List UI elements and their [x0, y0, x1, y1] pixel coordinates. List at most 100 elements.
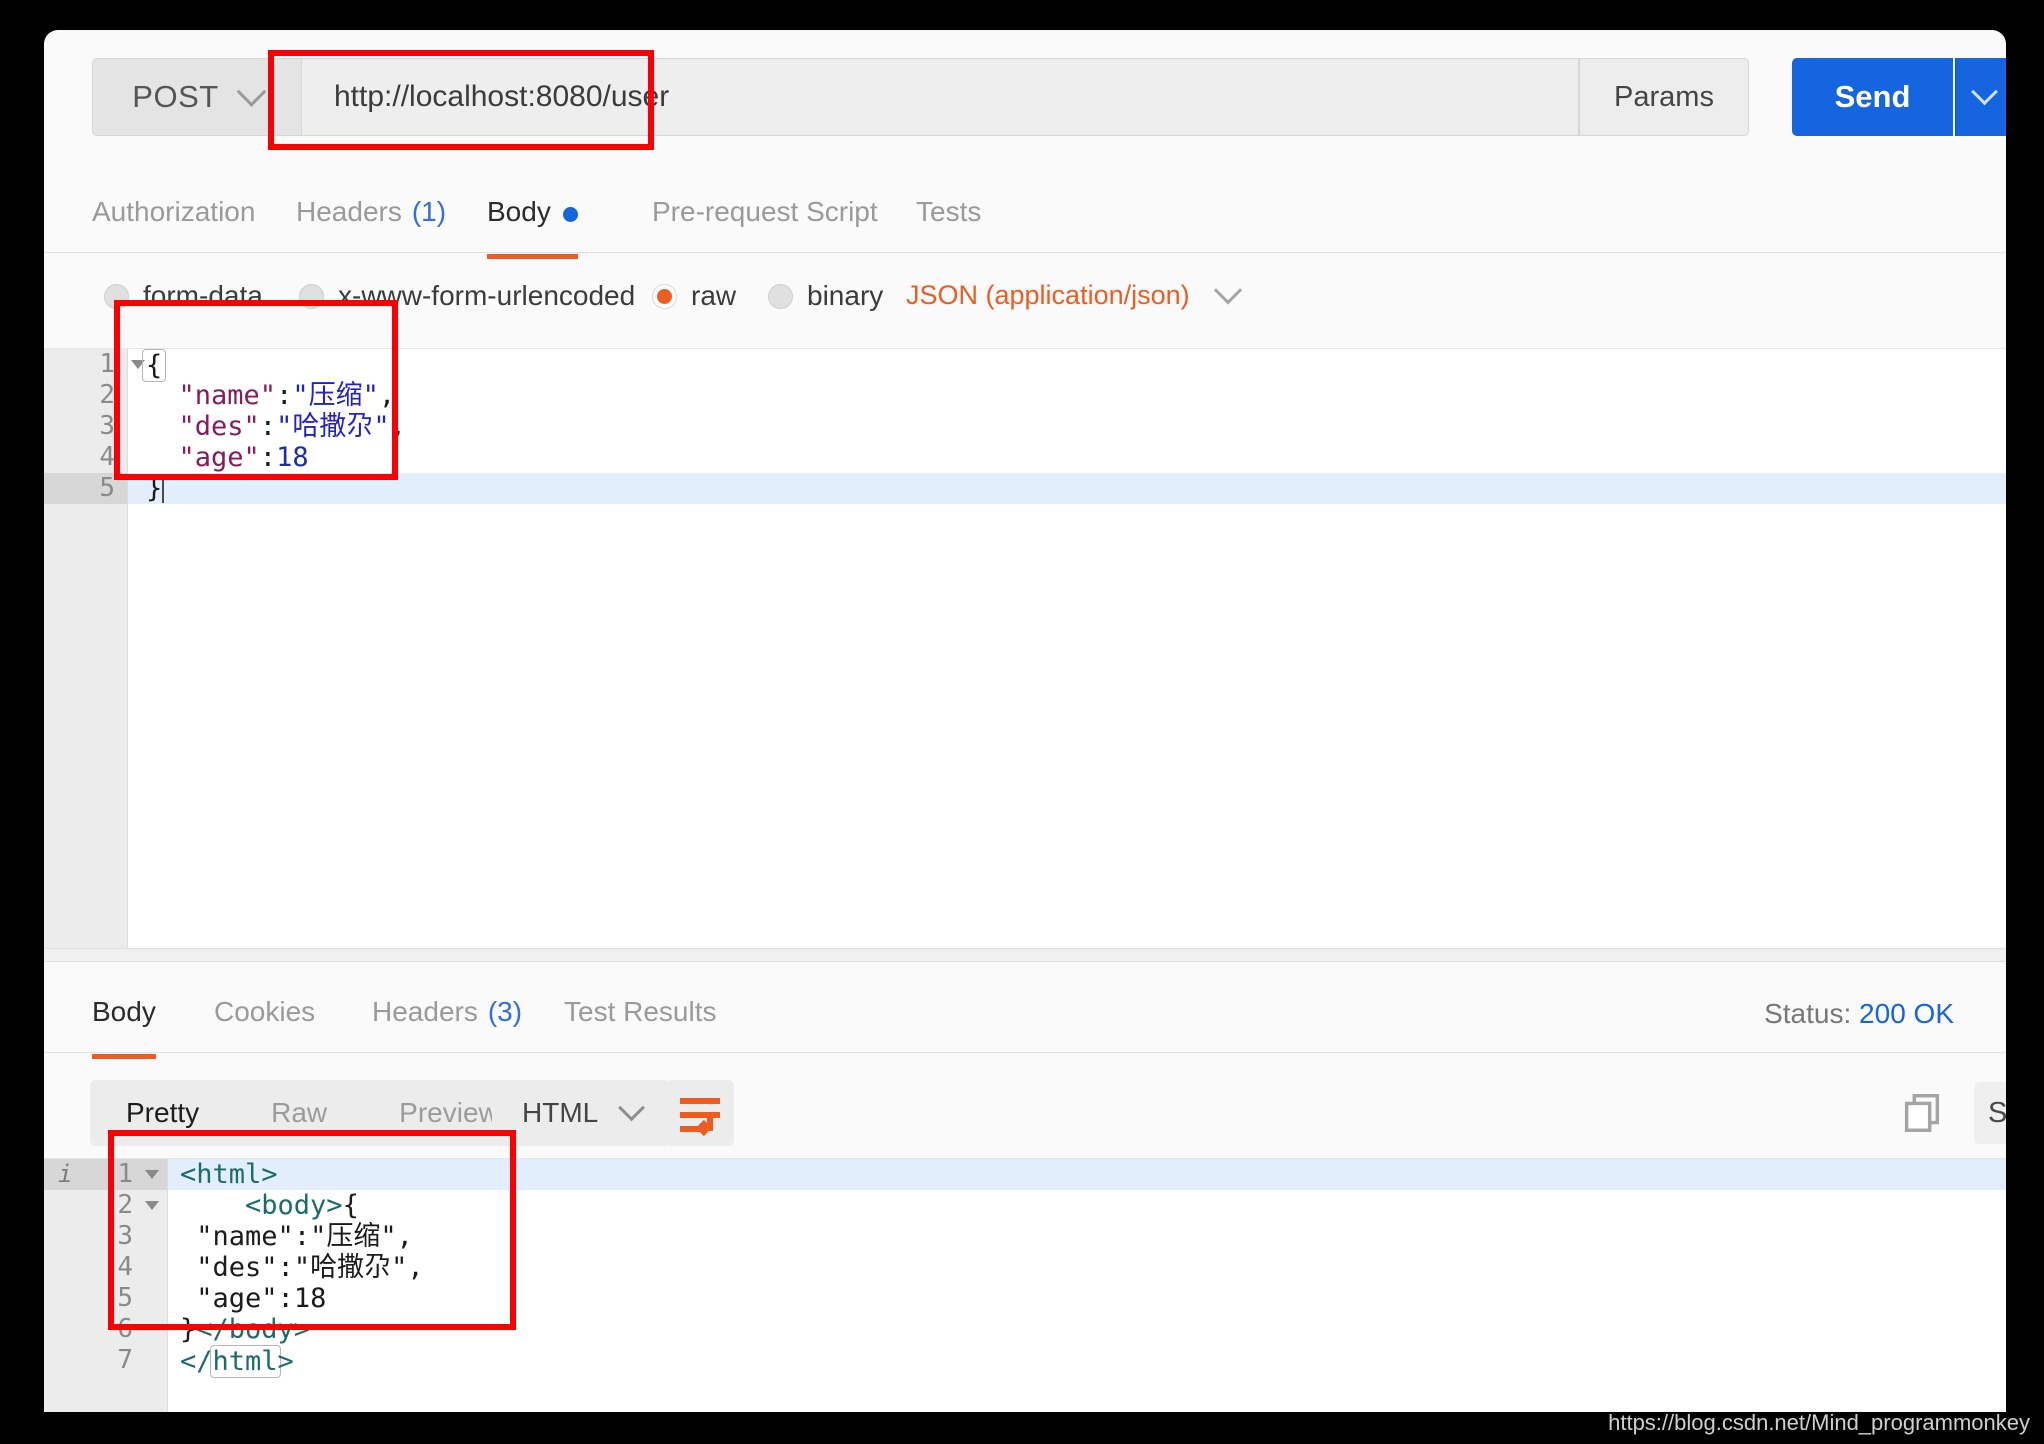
tab-label: Test Results	[564, 996, 717, 1027]
response-tabs: Body Cookies Headers (3) Test Results St…	[44, 990, 2006, 1059]
watermark: https://blog.csdn.net/Mind_programmonkey	[1608, 1410, 2030, 1435]
json-key: "name"	[196, 1221, 294, 1252]
tab-label: Authorization	[92, 196, 256, 227]
response-toolbar: Pretty Raw Preview HTML S	[44, 1080, 2006, 1152]
radio-label: form-data	[143, 280, 263, 311]
json-brace: }	[146, 473, 163, 504]
html-tag-name: html	[209, 1345, 281, 1378]
json-colon: :	[276, 380, 293, 411]
radio-label: raw	[691, 280, 737, 311]
response-separator	[44, 948, 2006, 962]
request-code-area[interactable]: { "name":"压缩", "des":"哈撒尕", "age": 18 }	[128, 349, 2006, 949]
response-format-label: HTML	[522, 1097, 599, 1128]
url-input[interactable]: http://localhost:8080/user	[302, 58, 1579, 136]
code-line: <body>{	[168, 1190, 2006, 1221]
line-number: 5	[44, 1283, 167, 1314]
copy-button[interactable]	[1899, 1090, 1945, 1141]
wrap-lines-icon	[680, 1098, 720, 1137]
response-format-selector[interactable]: HTML	[492, 1080, 672, 1146]
line-number: 5	[44, 473, 127, 504]
line-number-text: 3	[99, 411, 115, 441]
chevron-down-icon	[236, 76, 267, 107]
line-number: i 1	[44, 1159, 167, 1190]
line-number: 6	[44, 1314, 167, 1345]
line-number-text: 2	[99, 380, 115, 410]
save-response-button[interactable]: S	[1974, 1082, 2006, 1144]
tab-tests[interactable]: Tests	[916, 190, 981, 258]
html-tag: </	[180, 1346, 213, 1377]
json-value: 18	[276, 442, 309, 473]
content-type-selector[interactable]: JSON (application/json)	[906, 275, 1242, 311]
url-text: http://localhost:8080/user	[334, 80, 670, 113]
response-tab-cookies[interactable]: Cookies	[214, 990, 315, 1058]
response-code-area: <html> <body>{ "name":"压缩", "des":"哈撒尕",…	[168, 1159, 2006, 1412]
json-colon: :	[293, 1221, 311, 1252]
view-mode-raw[interactable]: Raw	[235, 1097, 363, 1129]
code-line: "des":"哈撒尕",	[128, 411, 2006, 442]
json-key: "age"	[178, 442, 260, 473]
tab-count: (3)	[487, 996, 523, 1027]
line-number-text: 7	[117, 1345, 133, 1375]
code-line: "name":"压缩",	[128, 380, 2006, 411]
active-tab-underline	[92, 1054, 156, 1059]
fold-arrow-icon[interactable]	[145, 1201, 159, 1210]
line-number: 3	[44, 1221, 167, 1252]
copy-icon	[1904, 1094, 1940, 1132]
wrap-lines-button[interactable]	[666, 1080, 734, 1146]
radio-x-www-form-urlencoded[interactable]: x-www-form-urlencoded	[299, 280, 635, 312]
send-options-button[interactable]	[1955, 58, 2006, 136]
line-number-text: 3	[117, 1221, 133, 1251]
tab-pre-request-script[interactable]: Pre-request Script	[652, 190, 878, 258]
send-button[interactable]: Send	[1792, 58, 1953, 136]
line-number: 4	[44, 1252, 167, 1283]
code-line: <html>	[168, 1159, 2006, 1190]
json-comma: ,	[396, 1221, 413, 1252]
info-icon: i	[58, 1160, 73, 1188]
body-type-options: form-data x-www-form-urlencoded raw bina…	[44, 275, 2006, 330]
response-editor-gutter: i 1 2 3 4 5 6 7	[44, 1159, 168, 1412]
json-key: "des"	[178, 411, 260, 442]
response-body-editor[interactable]: i 1 2 3 4 5 6 7 <html> <body>{"name":"压…	[44, 1158, 2006, 1412]
active-tab-underline	[487, 254, 578, 259]
json-comma: ,	[407, 1252, 424, 1283]
response-tab-test-results[interactable]: Test Results	[564, 990, 717, 1058]
tab-body[interactable]: Body	[487, 190, 578, 259]
radio-selected-icon	[652, 283, 677, 309]
params-button[interactable]: Params	[1579, 58, 1749, 136]
line-number-text: 6	[117, 1314, 133, 1344]
radio-icon	[299, 283, 324, 309]
json-value: 18	[293, 1283, 327, 1314]
request-editor-gutter: 1 2 3 4 5	[44, 349, 145, 949]
radio-icon	[104, 283, 129, 309]
line-number-text: 4	[99, 442, 115, 472]
radio-form-data[interactable]: form-data	[104, 280, 263, 312]
request-body-editor[interactable]: 1 2 3 4 5 { "name":"压缩", "des":"哈撒尕", "a…	[44, 348, 2006, 949]
json-brace: {	[142, 349, 167, 382]
code-line: {	[128, 349, 2006, 382]
response-tab-headers[interactable]: Headers (3)	[372, 990, 522, 1058]
line-number: 3	[44, 411, 127, 442]
chevron-down-icon	[618, 1093, 646, 1121]
response-tab-body[interactable]: Body	[92, 990, 156, 1059]
save-response-label: S	[1988, 1096, 2006, 1129]
code-line: "des":"哈撒尕",	[168, 1252, 2006, 1283]
json-value: "压缩"	[310, 1221, 397, 1252]
code-line: "name":"压缩",	[168, 1221, 2006, 1252]
radio-binary[interactable]: binary	[768, 280, 883, 312]
json-key: "name"	[178, 380, 277, 411]
line-number: 2	[44, 380, 127, 411]
tab-headers[interactable]: Headers (1)	[296, 190, 446, 258]
postman-window: POST http://localhost:8080/user Params S…	[44, 30, 2006, 1412]
radio-label: x-www-form-urlencoded	[338, 280, 636, 311]
view-mode-pretty[interactable]: Pretty	[90, 1097, 235, 1129]
tab-authorization[interactable]: Authorization	[92, 190, 255, 258]
http-method-selector[interactable]: POST	[92, 58, 302, 136]
json-comma: ,	[378, 380, 396, 411]
request-url-bar: POST http://localhost:8080/user Params S…	[44, 50, 2006, 150]
fold-arrow-icon[interactable]	[145, 1170, 159, 1179]
json-colon: :	[277, 1283, 294, 1314]
line-number: 1	[44, 349, 145, 380]
json-brace: {	[342, 1190, 359, 1221]
json-comma: ,	[389, 411, 406, 442]
radio-raw[interactable]: raw	[652, 280, 736, 312]
